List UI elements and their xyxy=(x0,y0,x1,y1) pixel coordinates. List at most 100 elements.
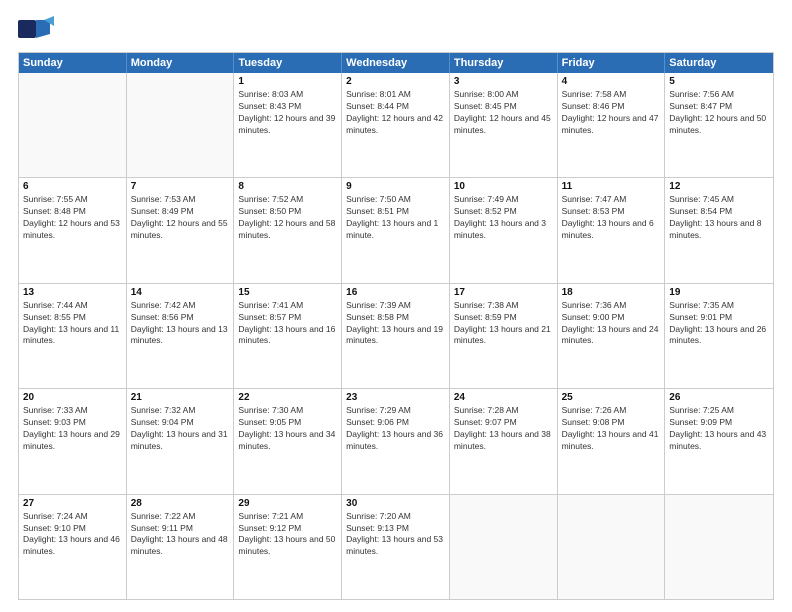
day-number: 21 xyxy=(131,392,230,403)
day-info: Sunrise: 8:03 AM Sunset: 8:43 PM Dayligh… xyxy=(238,89,337,137)
day-info: Sunrise: 7:28 AM Sunset: 9:07 PM Dayligh… xyxy=(454,405,553,453)
day-cell-30: 30Sunrise: 7:20 AM Sunset: 9:13 PM Dayli… xyxy=(342,495,450,599)
day-number: 9 xyxy=(346,181,445,192)
day-number: 2 xyxy=(346,76,445,87)
weekday-header-sunday: Sunday xyxy=(19,53,127,73)
calendar-row-3: 13 Sunrise: 7:44 AM Sunset: 8:55 PM Dayli… xyxy=(19,283,773,388)
empty-cell xyxy=(127,73,235,177)
day-number: 1 xyxy=(238,76,337,87)
day-number: 23 xyxy=(346,392,445,403)
day-number: 27 xyxy=(23,498,122,509)
day-info: Sunrise: 7:26 AM Sunset: 9:08 PM Dayligh… xyxy=(562,405,661,453)
day-info: Sunrise: 7:32 AM Sunset: 9:04 PM Dayligh… xyxy=(131,405,230,453)
day-number: 8 xyxy=(238,181,337,192)
day-info: Sunrise: 7:50 AM Sunset: 8:51 PM Dayligh… xyxy=(346,194,445,242)
day-number: 29 xyxy=(238,498,337,509)
day-cell-17: 17 Sunrise: 7:38 AM Sunset: 8:59 PM Dayli… xyxy=(450,284,558,388)
day-number: 19 xyxy=(669,287,769,298)
day-info: Sunrise: 7:38 AM Sunset: 8:59 PM Dayligh… xyxy=(454,300,553,348)
day-cell-1: 1 Sunrise: 8:03 AM Sunset: 8:43 PM Daylig… xyxy=(234,73,342,177)
calendar-row-4: 20 Sunrise: 7:33 AM Sunset: 9:03 PM Dayli… xyxy=(19,388,773,493)
day-info: Sunrise: 7:49 AM Sunset: 8:52 PM Dayligh… xyxy=(454,194,553,242)
day-cell-18: 18 Sunrise: 7:36 AM Sunset: 9:00 PM Dayli… xyxy=(558,284,666,388)
day-cell-12: 12 Sunrise: 7:45 AM Sunset: 8:54 PM Dayli… xyxy=(665,178,773,282)
day-cell-27: 27 Sunrise: 7:24 AM Sunset: 9:10 PM Dayli… xyxy=(19,495,127,599)
day-info: Sunrise: 7:36 AM Sunset: 9:00 PM Dayligh… xyxy=(562,300,661,348)
empty-cell xyxy=(558,495,666,599)
calendar: SundayMondayTuesdayWednesdayThursdayFrid… xyxy=(18,52,774,600)
day-cell-20: 20 Sunrise: 7:33 AM Sunset: 9:03 PM Dayli… xyxy=(19,389,127,493)
day-cell-11: 11 Sunrise: 7:47 AM Sunset: 8:53 PM Dayli… xyxy=(558,178,666,282)
logo xyxy=(18,16,58,44)
day-number: 14 xyxy=(131,287,230,298)
day-number: 26 xyxy=(669,392,769,403)
empty-cell xyxy=(450,495,558,599)
day-number: 5 xyxy=(669,76,769,87)
day-cell-15: 15 Sunrise: 7:41 AM Sunset: 8:57 PM Dayli… xyxy=(234,284,342,388)
day-cell-10: 10 Sunrise: 7:49 AM Sunset: 8:52 PM Dayli… xyxy=(450,178,558,282)
weekday-header-thursday: Thursday xyxy=(450,53,558,73)
day-cell-7: 7 Sunrise: 7:53 AM Sunset: 8:49 PM Daylig… xyxy=(127,178,235,282)
day-info: Sunrise: 7:45 AM Sunset: 8:54 PM Dayligh… xyxy=(669,194,769,242)
weekday-header-friday: Friday xyxy=(558,53,666,73)
calendar-body: 1 Sunrise: 8:03 AM Sunset: 8:43 PM Daylig… xyxy=(19,73,773,599)
day-number: 22 xyxy=(238,392,337,403)
day-info: Sunrise: 7:21 AM Sunset: 9:12 PM Dayligh… xyxy=(238,511,337,559)
day-cell-3: 3 Sunrise: 8:00 AM Sunset: 8:45 PM Daylig… xyxy=(450,73,558,177)
day-info: Sunrise: 7:35 AM Sunset: 9:01 PM Dayligh… xyxy=(669,300,769,348)
calendar-row-1: 1 Sunrise: 8:03 AM Sunset: 8:43 PM Daylig… xyxy=(19,73,773,177)
day-number: 3 xyxy=(454,76,553,87)
day-cell-5: 5Sunrise: 7:56 AM Sunset: 8:47 PM Daylig… xyxy=(665,73,773,177)
weekday-header-saturday: Saturday xyxy=(665,53,773,73)
day-cell-29: 29 Sunrise: 7:21 AM Sunset: 9:12 PM Dayli… xyxy=(234,495,342,599)
day-cell-19: 19 Sunrise: 7:35 AM Sunset: 9:01 PM Dayli… xyxy=(665,284,773,388)
header xyxy=(18,16,774,44)
day-number: 30 xyxy=(346,498,445,509)
day-info: Sunrise: 7:29 AM Sunset: 9:06 PM Dayligh… xyxy=(346,405,445,453)
day-cell-26: 26 Sunrise: 7:25 AM Sunset: 9:09 PM Dayli… xyxy=(665,389,773,493)
day-info: Sunrise: 7:41 AM Sunset: 8:57 PM Dayligh… xyxy=(238,300,337,348)
day-info: Sunrise: 7:44 AM Sunset: 8:55 PM Dayligh… xyxy=(23,300,122,348)
day-number: 12 xyxy=(669,181,769,192)
day-info: Sunrise: 7:42 AM Sunset: 8:56 PM Dayligh… xyxy=(131,300,230,348)
day-number: 17 xyxy=(454,287,553,298)
day-info: Sunrise: 7:25 AM Sunset: 9:09 PM Dayligh… xyxy=(669,405,769,453)
day-info: Sunrise: 8:01 AM Sunset: 8:44 PM Dayligh… xyxy=(346,89,445,137)
day-number: 10 xyxy=(454,181,553,192)
day-number: 13 xyxy=(23,287,122,298)
day-number: 18 xyxy=(562,287,661,298)
day-info: Sunrise: 7:22 AM Sunset: 9:11 PM Dayligh… xyxy=(131,511,230,559)
day-number: 6 xyxy=(23,181,122,192)
day-cell-28: 28 Sunrise: 7:22 AM Sunset: 9:11 PM Dayli… xyxy=(127,495,235,599)
logo-icon xyxy=(18,16,54,44)
day-number: 28 xyxy=(131,498,230,509)
day-number: 15 xyxy=(238,287,337,298)
day-cell-21: 21 Sunrise: 7:32 AM Sunset: 9:04 PM Dayli… xyxy=(127,389,235,493)
day-cell-2: 2 Sunrise: 8:01 AM Sunset: 8:44 PM Daylig… xyxy=(342,73,450,177)
day-number: 25 xyxy=(562,392,661,403)
day-number: 24 xyxy=(454,392,553,403)
day-cell-23: 23 Sunrise: 7:29 AM Sunset: 9:06 PM Dayli… xyxy=(342,389,450,493)
day-number: 7 xyxy=(131,181,230,192)
day-info: Sunrise: 7:58 AM Sunset: 8:46 PM Dayligh… xyxy=(562,89,661,137)
calendar-row-2: 6 Sunrise: 7:55 AM Sunset: 8:48 PM Daylig… xyxy=(19,177,773,282)
day-cell-6: 6 Sunrise: 7:55 AM Sunset: 8:48 PM Daylig… xyxy=(19,178,127,282)
empty-cell xyxy=(19,73,127,177)
day-info: Sunrise: 7:53 AM Sunset: 8:49 PM Dayligh… xyxy=(131,194,230,242)
day-info: Sunrise: 7:33 AM Sunset: 9:03 PM Dayligh… xyxy=(23,405,122,453)
day-info: Sunrise: 7:39 AM Sunset: 8:58 PM Dayligh… xyxy=(346,300,445,348)
calendar-row-5: 27 Sunrise: 7:24 AM Sunset: 9:10 PM Dayli… xyxy=(19,494,773,599)
day-cell-4: 4Sunrise: 7:58 AM Sunset: 8:46 PM Daylig… xyxy=(558,73,666,177)
day-cell-16: 16Sunrise: 7:39 AM Sunset: 8:58 PM Dayli… xyxy=(342,284,450,388)
day-info: Sunrise: 8:00 AM Sunset: 8:45 PM Dayligh… xyxy=(454,89,553,137)
day-info: Sunrise: 7:47 AM Sunset: 8:53 PM Dayligh… xyxy=(562,194,661,242)
day-info: Sunrise: 7:30 AM Sunset: 9:05 PM Dayligh… xyxy=(238,405,337,453)
weekday-header-wednesday: Wednesday xyxy=(342,53,450,73)
day-number: 20 xyxy=(23,392,122,403)
day-number: 11 xyxy=(562,181,661,192)
day-cell-13: 13 Sunrise: 7:44 AM Sunset: 8:55 PM Dayli… xyxy=(19,284,127,388)
day-cell-22: 22 Sunrise: 7:30 AM Sunset: 9:05 PM Dayli… xyxy=(234,389,342,493)
day-info: Sunrise: 7:24 AM Sunset: 9:10 PM Dayligh… xyxy=(23,511,122,559)
day-info: Sunrise: 7:55 AM Sunset: 8:48 PM Dayligh… xyxy=(23,194,122,242)
day-cell-24: 24 Sunrise: 7:28 AM Sunset: 9:07 PM Dayli… xyxy=(450,389,558,493)
